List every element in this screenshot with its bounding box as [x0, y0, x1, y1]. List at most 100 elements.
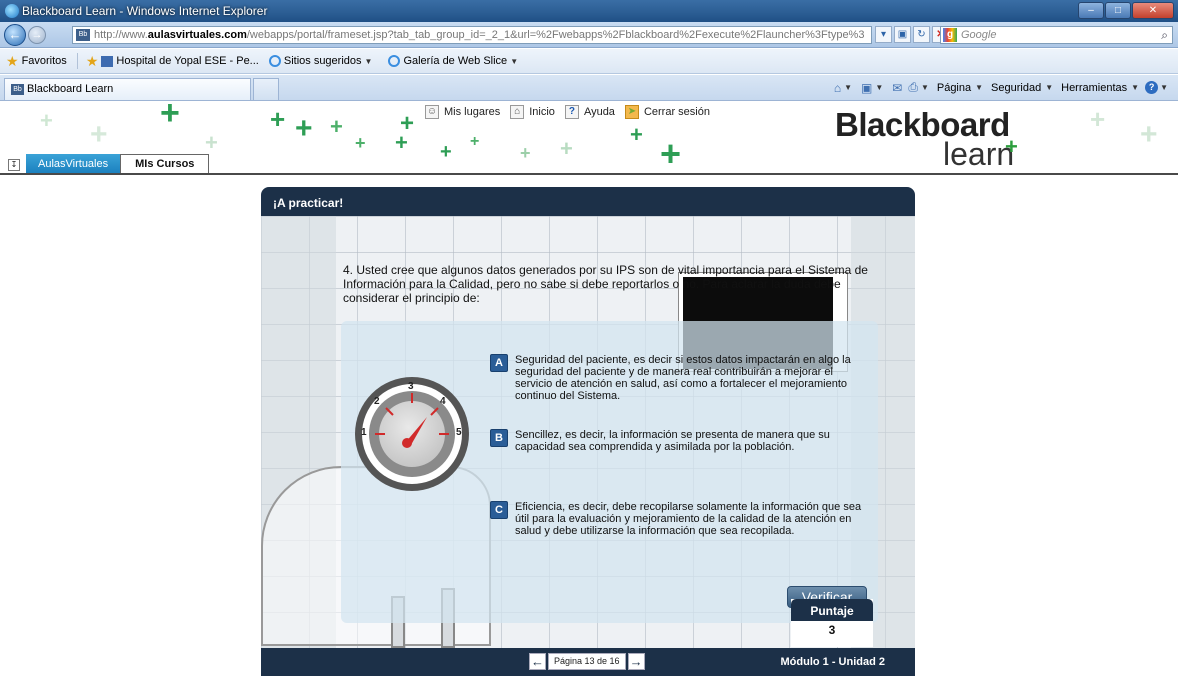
decorative-plus-icon: + — [330, 114, 343, 139]
help-icon: ? — [564, 105, 579, 119]
tab-aulas-virtuales[interactable]: AulasVirtuales — [26, 154, 121, 174]
star-icon: ★ — [6, 52, 19, 69]
option-letter: C — [490, 501, 508, 519]
answer-panel: 1 2 3 4 5 A Seguridad del paciente, es d… — [341, 321, 878, 623]
forward-button[interactable]: → — [28, 26, 46, 44]
feeds-icon[interactable]: ▣ — [861, 81, 872, 95]
close-window-button[interactable]: ✕ — [1132, 2, 1174, 19]
answer-option-b[interactable]: B Sencillez, es decir, la información se… — [490, 429, 865, 453]
decorative-plus-icon: + — [560, 136, 573, 161]
chevron-down-icon: ▼ — [510, 56, 519, 66]
site-icon — [101, 55, 114, 67]
command-bar: ⌂ ▼ ▣ ▼ ✉ ⎙ ▼ Página ▼ Seguridad ▼ Herramient… — [831, 80, 1174, 95]
logo-plus-icon: + — [1005, 134, 1018, 159]
chevron-down-icon[interactable]: ▼ — [844, 83, 852, 92]
gauge-tick-label: 4 — [440, 396, 446, 407]
add-favorite-icon: ★ — [85, 52, 99, 69]
compatibility-view-icon[interactable]: ▣ — [894, 26, 911, 43]
tab-blackboard-learn[interactable]: Bb Blackboard Learn — [4, 78, 251, 100]
favorite-suggested-sites[interactable]: Sitios sugeridos ▼ — [268, 55, 379, 67]
tab-bar: Bb Blackboard Learn ⌂ ▼ ▣ ▼ ✉ ⎙ ▼ Página ▼ S… — [0, 75, 1178, 101]
next-page-button[interactable]: → — [627, 653, 645, 670]
decorative-plus-icon: + — [1090, 104, 1106, 134]
decorative-plus-icon: + — [355, 133, 366, 153]
decorative-plus-icon: + — [400, 110, 415, 137]
home-icon[interactable]: ⌂ — [834, 81, 841, 95]
ie-icon — [268, 55, 281, 67]
blackboard-learn-logo: Blackboard learn + — [835, 106, 1018, 172]
url-field[interactable]: Bb http://www.aulasvirtuales.com/webapps… — [72, 26, 872, 44]
help-icon[interactable]: ? — [1145, 81, 1159, 94]
decorative-plus-icon: + — [40, 108, 53, 133]
decorative-plus-icon: + — [630, 122, 643, 147]
window-titlebar: Blackboard Learn - Windows Internet Expl… — [0, 0, 1178, 22]
print-icon[interactable]: ⎙ — [908, 80, 918, 95]
previous-page-button[interactable]: ← — [529, 653, 546, 670]
gauge-tick-label: 2 — [374, 396, 380, 407]
security-menu[interactable]: Seguridad — [991, 82, 1041, 94]
decorative-plus-icon: + — [205, 130, 218, 155]
chevron-down-icon: ▼ — [975, 83, 984, 92]
internet-explorer-icon — [5, 4, 19, 18]
site-favicon-icon: Bb — [76, 29, 90, 41]
gauge-tick-label: 3 — [408, 381, 414, 392]
decorative-plus-icon: + — [470, 133, 480, 150]
dropdown-arrow-icon[interactable]: ▾ — [875, 26, 892, 43]
score-label: Puntaje — [791, 599, 873, 621]
help-link[interactable]: ? Ayuda — [564, 105, 615, 119]
chevron-down-icon: ▼ — [1131, 83, 1140, 92]
question-text: 4. Usted cree que algunos datos generado… — [343, 263, 868, 305]
page-menu[interactable]: Página — [937, 82, 971, 94]
search-placeholder: Google — [961, 29, 997, 41]
chevron-down-icon[interactable]: ▼ — [1160, 83, 1168, 92]
decorative-plus-icon: + — [160, 102, 180, 132]
window-controls: – □ ✕ — [1077, 2, 1174, 19]
chevron-down-icon[interactable]: ▼ — [921, 83, 929, 92]
gauge-needle — [375, 393, 449, 448]
page-indicator: Página 13 de 16 — [548, 653, 626, 670]
minimize-button[interactable]: – — [1078, 2, 1104, 19]
decorative-plus-icon: + — [660, 133, 682, 174]
tab-mis-cursos[interactable]: MIs Cursos — [120, 154, 210, 174]
google-icon: g — [943, 28, 957, 42]
search-icon[interactable]: ⌕ — [1161, 28, 1168, 43]
option-letter: B — [490, 429, 508, 447]
decorative-plus-icon: + — [270, 104, 286, 134]
score-value: 3 — [828, 623, 836, 637]
blackboard-header: + + + + + + + + + + + + + + + + + + ☺ Mi… — [0, 102, 1178, 174]
answer-option-a[interactable]: A Seguridad del paciente, es decir si es… — [490, 354, 865, 402]
blackboard-favicon-icon: Bb — [11, 84, 24, 95]
top-links: ☺ Mis lugares ⌂ Inicio ? Ayuda ➤ Cerrar … — [425, 105, 720, 119]
chevron-down-icon[interactable]: ▼ — [875, 83, 883, 92]
window-title: Blackboard Learn - Windows Internet Expl… — [22, 4, 268, 18]
collapse-icon[interactable]: ↧ — [8, 159, 20, 171]
my-places-link[interactable]: ☺ Mis lugares — [425, 105, 500, 119]
address-bar: ← → Bb http://www.aulasvirtuales.com/web… — [0, 22, 1178, 48]
user-icon: ☺ — [425, 105, 439, 119]
lesson-footer: ← Página 13 de 16 → Módulo 1 - Unidad 2 — [261, 648, 915, 676]
maximize-button[interactable]: □ — [1105, 2, 1131, 19]
favorites-button[interactable]: ★ Favoritos — [6, 53, 67, 70]
back-button[interactable]: ← — [4, 24, 26, 46]
lesson-frame: ¡A practicar! 4. Usted cree que algunos … — [261, 187, 915, 676]
favorite-web-slice-gallery[interactable]: Galería de Web Slice ▼ — [388, 55, 524, 67]
module-label: Módulo 1 - Unidad 2 — [780, 656, 886, 668]
favorites-bar: ★ Favoritos ★ Hospital de Yopal ESE - Pe… — [0, 49, 1178, 74]
refresh-icon[interactable]: ↻ — [913, 26, 930, 43]
decorative-plus-icon: + — [520, 143, 531, 163]
tools-menu[interactable]: Herramientas — [1061, 82, 1127, 94]
answer-option-c[interactable]: C Eficiencia, es decir, debe recopilarse… — [490, 501, 865, 537]
url-text: http://www.aulasvirtuales.com/webapps/po… — [94, 29, 864, 41]
option-text: Sencillez, es decir, la información se p… — [515, 429, 830, 453]
pager: ← Página 13 de 16 → — [529, 653, 645, 670]
blackboard-tabs: ↧ AulasVirtuales MIs Cursos — [0, 152, 210, 174]
home-link[interactable]: ⌂ Inicio — [510, 105, 555, 119]
mail-icon[interactable]: ✉ — [892, 81, 902, 95]
address-tools: ▾ ▣ ↻ ✕ — [875, 26, 949, 43]
logout-link[interactable]: ➤ Cerrar sesión — [624, 105, 710, 119]
new-tab-button[interactable] — [253, 78, 279, 100]
home-icon: ⌂ — [510, 105, 525, 119]
decorative-plus-icon: + — [440, 141, 452, 163]
favorite-hospital-yopal[interactable]: ★ Hospital de Yopal ESE - Pe... — [86, 53, 259, 70]
search-input[interactable]: g Google ⌕ — [940, 26, 1173, 44]
